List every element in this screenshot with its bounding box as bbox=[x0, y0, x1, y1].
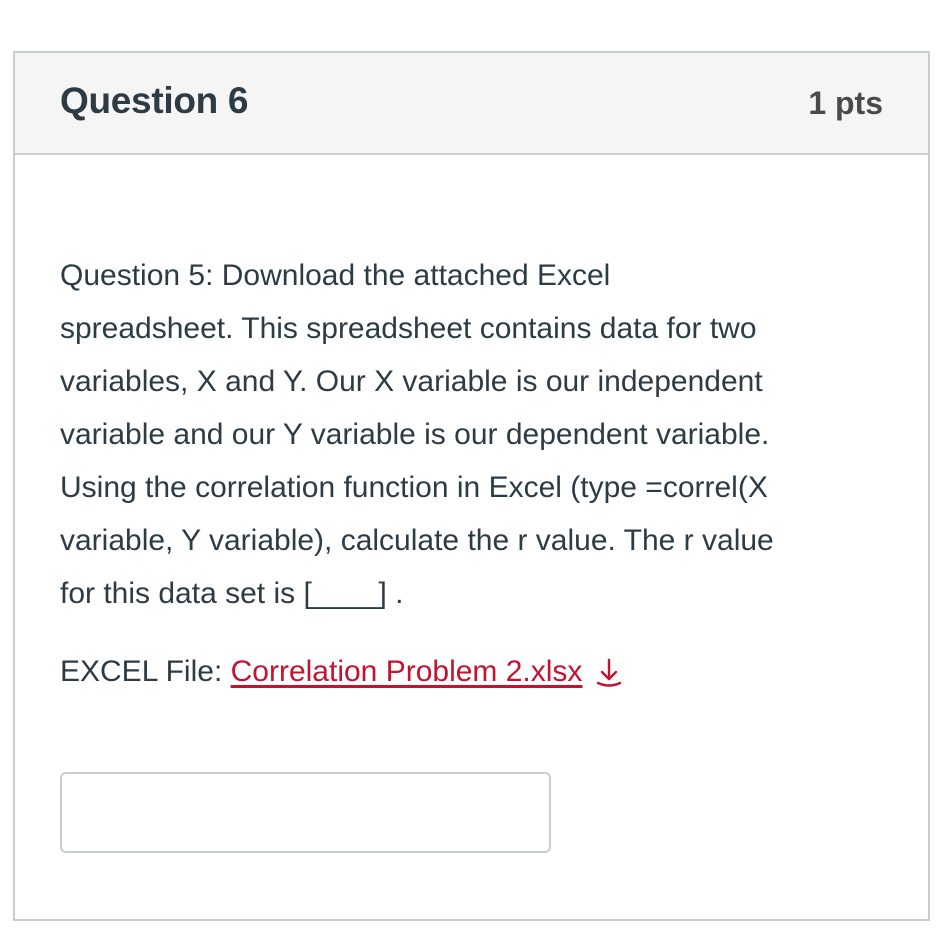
question-title: Question 6 bbox=[60, 80, 249, 121]
file-label: EXCEL File: bbox=[60, 655, 231, 688]
download-arrow-icon[interactable] bbox=[592, 653, 626, 687]
question-points: 1 pts bbox=[808, 85, 883, 121]
file-attachment-line: EXCEL File: Correlation Problem 2.xlsx bbox=[60, 645, 890, 698]
question-body: Question 5: Download the attached Excel … bbox=[60, 249, 890, 698]
question-card: Question 6 1 pts Question 5: Download th… bbox=[13, 51, 930, 921]
question-header: Question 6 1 pts bbox=[15, 53, 928, 155]
answer-input[interactable] bbox=[60, 772, 551, 853]
file-download-link[interactable]: Correlation Problem 2.xlsx bbox=[231, 655, 583, 688]
question-text: Question 5: Download the attached Excel … bbox=[60, 259, 774, 610]
